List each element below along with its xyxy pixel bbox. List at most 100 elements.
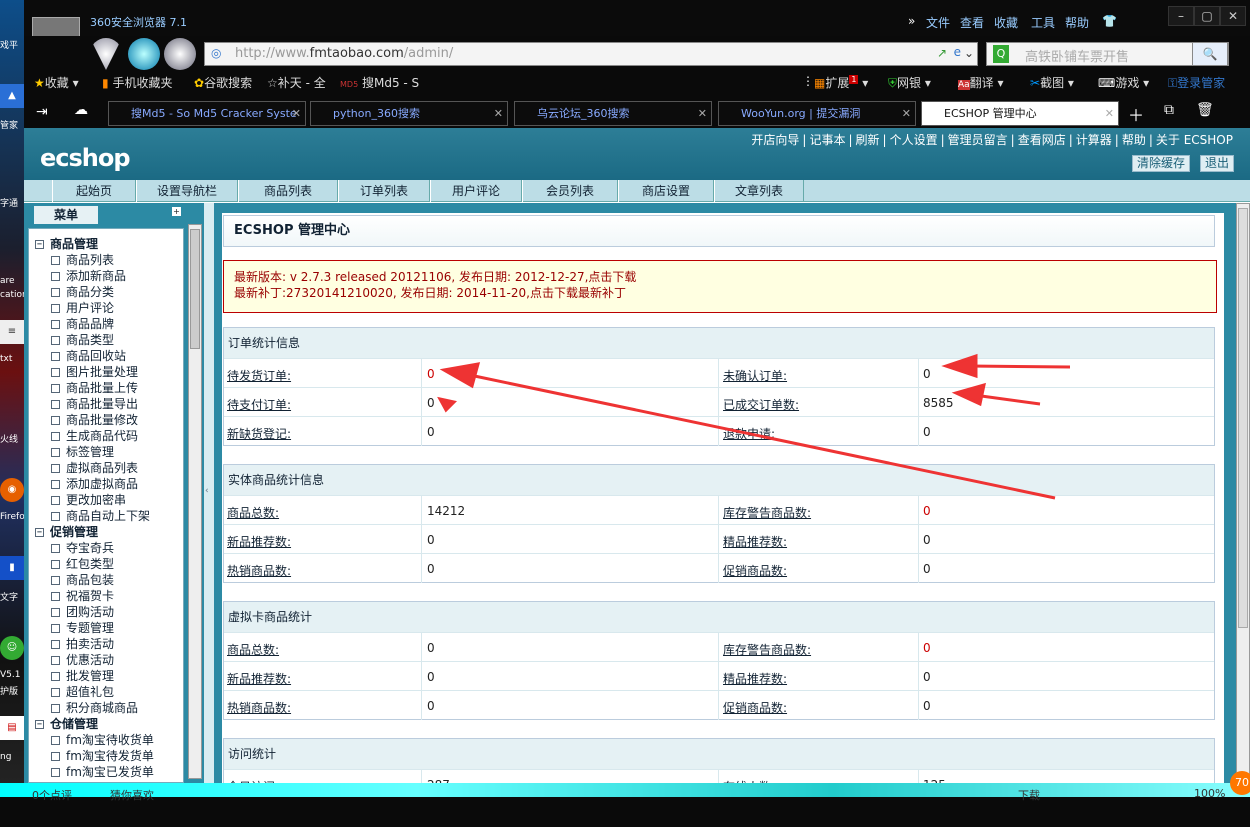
tab-close-icon[interactable]: ✕: [902, 102, 911, 125]
qq-icon[interactable]: ☺: [0, 636, 24, 660]
menu-item[interactable]: 商品批量上传: [51, 379, 138, 396]
home-icon[interactable]: [164, 38, 196, 70]
menu-item[interactable]: 商品批量修改: [51, 411, 138, 428]
notice-version[interactable]: 最新版本: v 2.7.3 released 20121106, 发布日期: 2…: [234, 269, 1206, 285]
share-icon[interactable]: ↗: [937, 46, 947, 60]
menu-item[interactable]: 拍卖活动: [51, 635, 114, 652]
new-tab-icon[interactable]: ＋: [1128, 102, 1144, 126]
search-engine-icon[interactable]: Q: [993, 45, 1009, 63]
menu-item[interactable]: 超值礼包: [51, 683, 114, 700]
logout-button[interactable]: 退出: [1200, 155, 1235, 172]
fav-item[interactable]: ▮ 手机收藏夹: [102, 74, 172, 91]
stat-label[interactable]: 新品推荐数:: [227, 670, 291, 687]
stat-label[interactable]: 热销商品数:: [227, 699, 291, 716]
menu-group[interactable]: − 促销管理: [35, 523, 98, 540]
menu-chevron-icon[interactable]: »: [908, 14, 915, 28]
nav-comments[interactable]: 用户评论: [430, 180, 522, 202]
link-notepad[interactable]: 记事本: [809, 133, 845, 147]
app-icon[interactable]: ▮: [0, 556, 24, 580]
ecshop-logo[interactable]: ecshop: [40, 144, 131, 172]
tab-close-icon[interactable]: ✕: [698, 102, 707, 125]
menu-tools[interactable]: 工具: [1031, 14, 1055, 31]
link-messages[interactable]: 管理员留言: [948, 133, 1008, 147]
fav-item[interactable]: ★收藏 ▾: [34, 74, 79, 91]
expand-icon[interactable]: +: [172, 207, 181, 216]
toolbar-login[interactable]: ⚿登录管家: [1168, 74, 1225, 91]
fav-item[interactable]: ☆补天 - 全: [267, 74, 326, 91]
menu-item[interactable]: fm淘宝已发货单: [51, 763, 154, 780]
fav-item[interactable]: ✿谷歌搜索: [194, 74, 252, 91]
menu-item[interactable]: 商品列表: [51, 251, 114, 268]
stat-label[interactable]: 已成交订单数:: [723, 396, 799, 413]
menu-item[interactable]: 商品类型: [51, 331, 114, 348]
menu-item[interactable]: 生成商品代码: [51, 427, 138, 444]
nav-home[interactable]: 起始页: [52, 180, 136, 202]
stat-label[interactable]: 促销商品数:: [723, 699, 787, 716]
firefox-icon[interactable]: ◉: [0, 478, 24, 502]
menu-item[interactable]: fm淘宝待发货单: [51, 747, 154, 764]
stat-label[interactable]: 商品总数:: [227, 504, 279, 521]
menu-item[interactable]: 虚拟商品列表: [51, 459, 138, 476]
menu-item[interactable]: 团购活动: [51, 603, 114, 620]
menu-item[interactable]: 夺宝奇兵: [51, 539, 114, 556]
toolbar-translate[interactable]: Aa翻译 ▾: [958, 74, 1004, 91]
sidebar-scrollbar[interactable]: [188, 224, 202, 779]
menu-item[interactable]: 添加虚拟商品: [51, 475, 138, 492]
menu-item[interactable]: 商品包装: [51, 571, 114, 588]
dropdown-icon[interactable]: ⌄: [964, 46, 974, 60]
address-bar[interactable]: ◎ http://www.fmtaobao.com/admin/ ↗ e ⌄: [204, 42, 978, 66]
toolbar-bank[interactable]: ⛨网银 ▾: [888, 74, 931, 91]
tab-python[interactable]: python_360搜索 ✕: [310, 101, 508, 126]
link-calculator[interactable]: 计算器: [1076, 133, 1112, 147]
nav-articles[interactable]: 文章列表: [714, 180, 804, 202]
ie-icon[interactable]: e: [954, 45, 961, 59]
link-refresh[interactable]: 刷新: [856, 133, 880, 147]
menu-item[interactable]: 商品品牌: [51, 315, 114, 332]
menu-item[interactable]: 商品批量导出: [51, 395, 138, 412]
maximize-button[interactable]: ▢: [1194, 6, 1220, 26]
cloud-icon[interactable]: ☁: [74, 102, 88, 118]
stat-label[interactable]: 待发货订单:: [227, 367, 291, 384]
menu-item[interactable]: 红包类型: [51, 555, 114, 572]
menu-file[interactable]: 文件: [926, 14, 950, 31]
menu-item[interactable]: 商品自动上下架: [51, 507, 150, 524]
tab-close-icon[interactable]: ✕: [494, 102, 503, 125]
speed-badge[interactable]: 70: [1230, 771, 1250, 795]
stat-label[interactable]: 商品总数:: [227, 641, 279, 658]
minimize-button[interactable]: –: [1168, 6, 1194, 26]
restore-tabs-icon[interactable]: ⧉: [1164, 102, 1174, 118]
menu-item[interactable]: 更改加密串: [51, 491, 126, 508]
stat-label[interactable]: 待支付订单:: [227, 396, 291, 413]
text-file-icon[interactable]: ≡: [0, 320, 24, 344]
refresh-icon[interactable]: [128, 38, 160, 70]
menu-item[interactable]: 商品回收站: [51, 347, 126, 364]
comment-count[interactable]: 0个点评: [32, 787, 72, 803]
search-input[interactable]: 高铁卧铺车票开售: [1025, 46, 1129, 65]
toolbar-screenshot[interactable]: ✂截图 ▾: [1030, 74, 1074, 91]
nav-orders[interactable]: 订单列表: [338, 180, 430, 202]
menu-item[interactable]: 标签管理: [51, 443, 114, 460]
stat-label[interactable]: 热销商品数:: [227, 562, 291, 579]
link-wizard[interactable]: 开店向导: [751, 133, 799, 147]
close-button[interactable]: ✕: [1220, 6, 1246, 26]
tab-md5[interactable]: 搜Md5 - So Md5 Cracker Syste ✕: [108, 101, 306, 126]
search-button[interactable]: 🔍: [1192, 42, 1228, 66]
trash-icon[interactable]: 🗑: [1196, 102, 1214, 118]
nav-members[interactable]: 会员列表: [522, 180, 618, 202]
menu-item[interactable]: 商品分类: [51, 283, 114, 300]
menu-item[interactable]: fm淘宝待收货单: [51, 731, 154, 748]
nav-goods[interactable]: 商品列表: [238, 180, 338, 202]
menu-item[interactable]: 专题管理: [51, 619, 114, 636]
stat-label[interactable]: 精品推荐数:: [723, 533, 787, 550]
zoom-level[interactable]: 100%: [1194, 787, 1225, 800]
link-help[interactable]: 帮助: [1122, 133, 1146, 147]
menu-item[interactable]: 用户评论: [51, 299, 114, 316]
recommend-link[interactable]: 猜你喜欢: [110, 787, 154, 803]
collapse-handle[interactable]: ‹: [204, 203, 214, 783]
stat-label[interactable]: 新缺货登记:: [227, 425, 291, 442]
menu-group[interactable]: − 商品管理: [35, 235, 98, 252]
tab-close-icon[interactable]: ✕: [292, 102, 301, 125]
menu-help[interactable]: 帮助: [1065, 14, 1089, 31]
menu-item[interactable]: 图片批量处理: [51, 363, 138, 380]
stat-label[interactable]: 新品推荐数:: [227, 533, 291, 550]
